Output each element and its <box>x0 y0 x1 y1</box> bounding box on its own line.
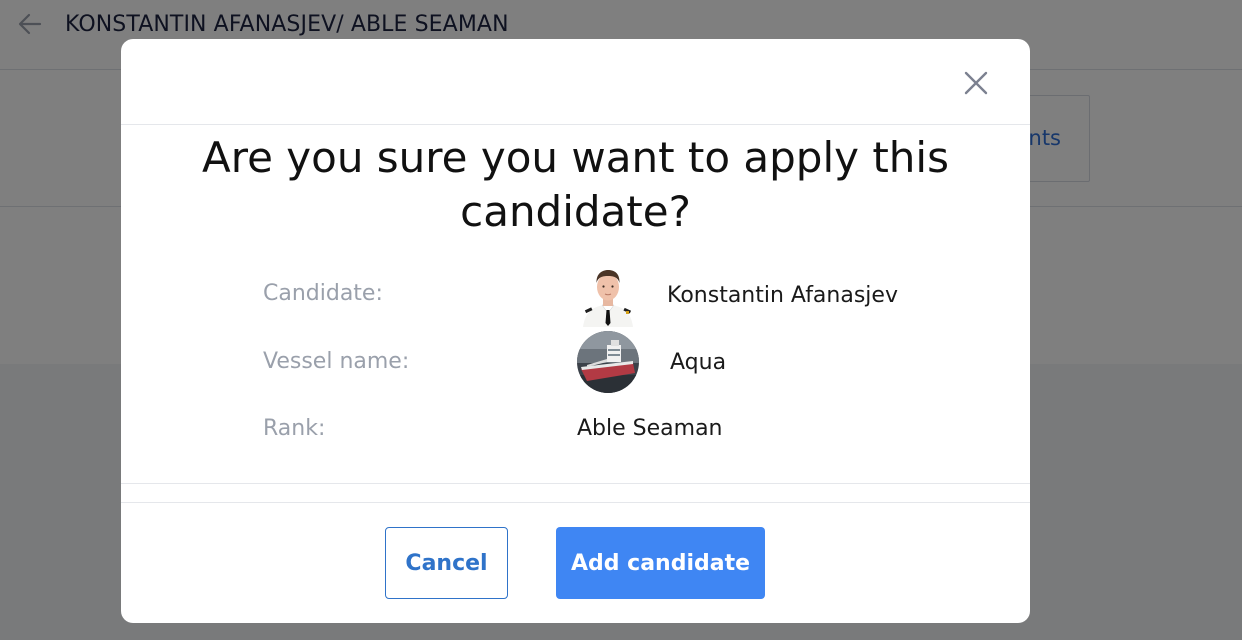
add-candidate-button[interactable]: Add candidate <box>556 527 765 599</box>
confirm-candidate-modal: Are you sure you want to apply this cand… <box>121 39 1030 623</box>
rank-value: Able Seaman <box>577 416 723 441</box>
divider <box>121 483 1030 484</box>
divider <box>121 502 1030 503</box>
rank-label: Rank: <box>263 416 326 441</box>
vessel-name: Aqua <box>670 350 727 375</box>
modal-title: Are you sure you want to apply this cand… <box>202 133 949 236</box>
vessel-label: Vessel name: <box>263 349 410 374</box>
candidate-label: Candidate: <box>263 281 383 306</box>
candidate-name: Konstantin Afanasjev <box>667 283 898 308</box>
modal-header <box>121 39 1030 125</box>
close-icon[interactable] <box>958 65 994 101</box>
vessel-avatar <box>577 331 639 393</box>
rank-row: Rank: Able Seaman <box>121 412 1030 472</box>
candidate-row: Candidate: Konstantin Afanasjev <box>121 265 1030 327</box>
candidate-avatar <box>577 265 639 327</box>
cancel-button[interactable]: Cancel <box>385 527 508 599</box>
vessel-row: Vessel name: Aqua <box>121 331 1030 393</box>
